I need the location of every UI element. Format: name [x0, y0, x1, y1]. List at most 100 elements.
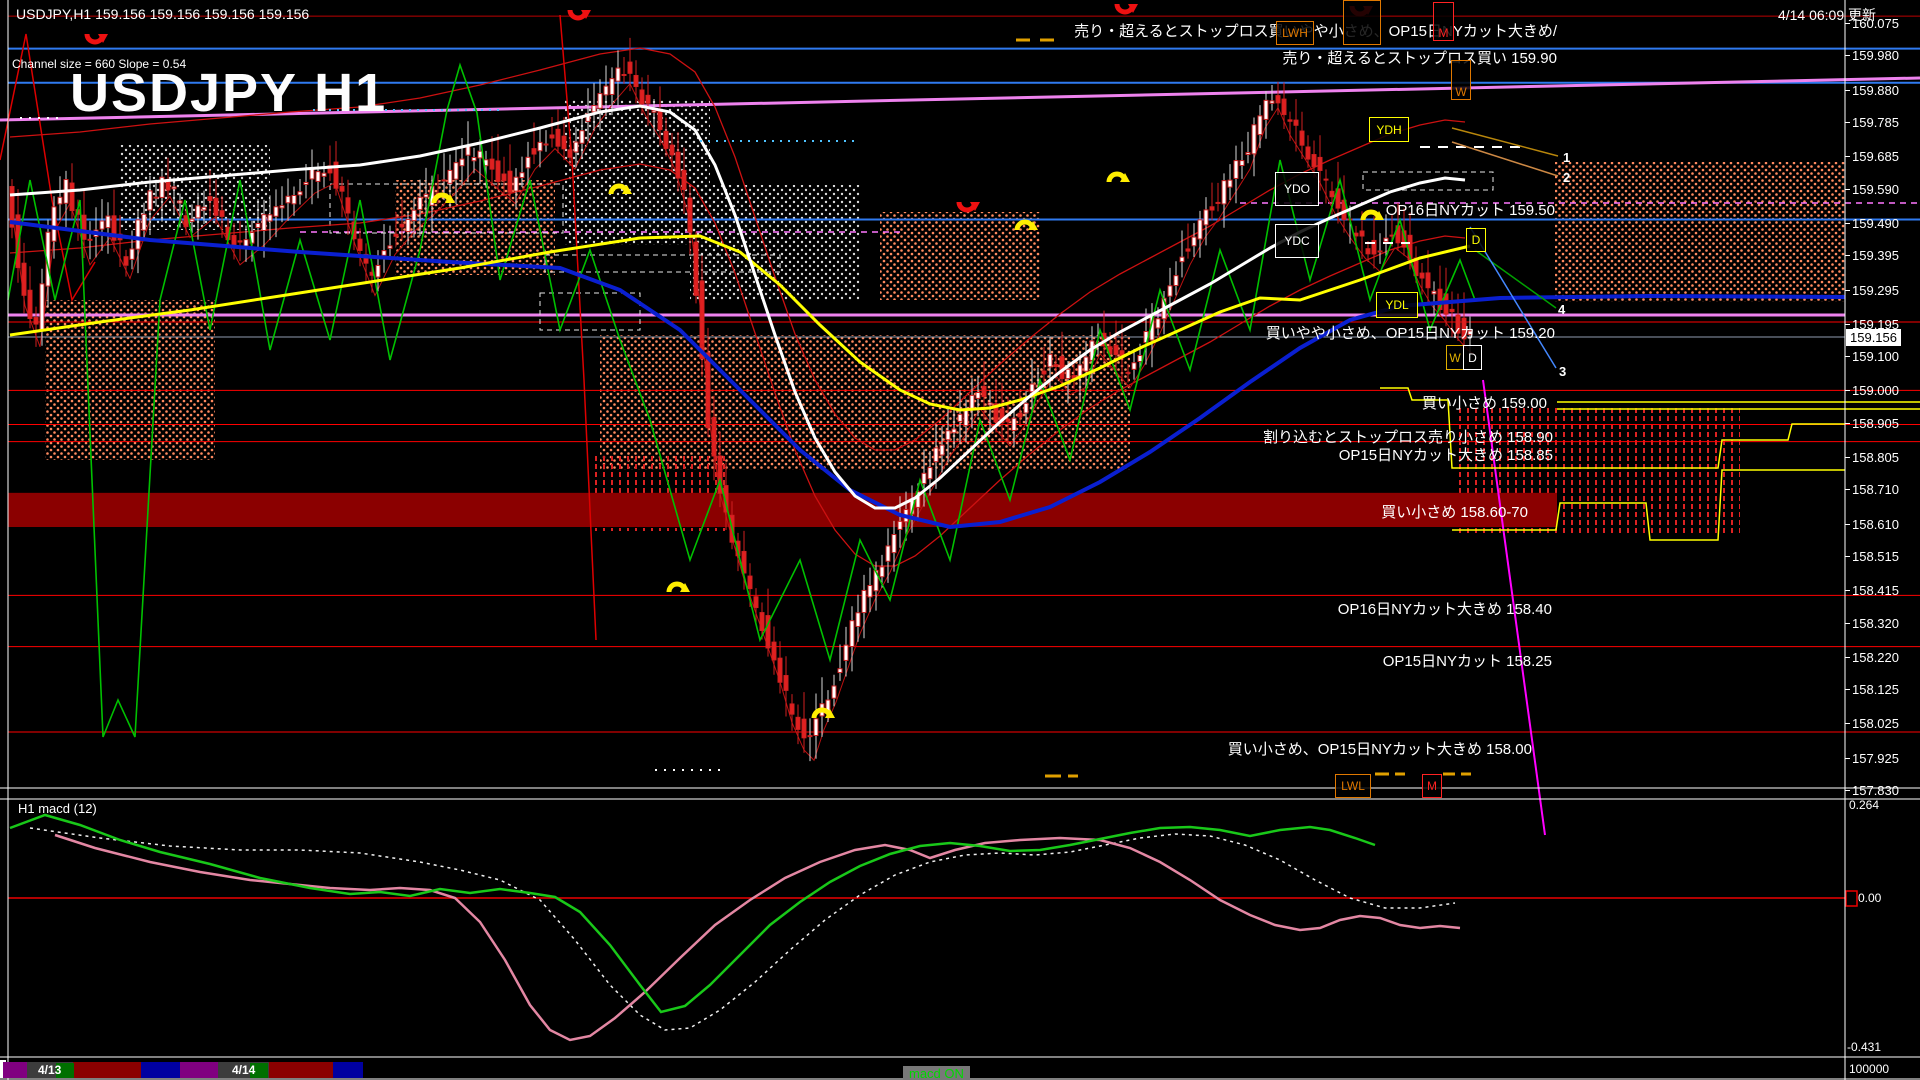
- price-tick-label: 159.685: [1852, 149, 1899, 164]
- session-strip-segment: [333, 1062, 363, 1078]
- down-reversal-icon: [87, 34, 108, 43]
- price-tick-label: 159.000: [1852, 383, 1899, 398]
- range-box: [540, 293, 640, 330]
- chart-object-label-W[interactable]: W: [1451, 60, 1471, 100]
- price-tick-label: 159.590: [1852, 182, 1899, 197]
- macd-indicator-label: H1 macd (12): [18, 801, 97, 816]
- price-tick-label: 157.925: [1852, 751, 1899, 766]
- price-tick-label: 158.220: [1852, 650, 1899, 665]
- price-tick-label: 159.490: [1852, 216, 1899, 231]
- price-level-annotation: 売り・超えるとストップロス買いやや小さめ、OP15日NYカット大きめ/: [1074, 20, 1557, 41]
- price-tick-label: 158.710: [1852, 482, 1899, 497]
- price-tick-mark: [1845, 657, 1850, 658]
- price-level-annotation: OP16日NYカット大きめ 158.40: [1338, 598, 1552, 619]
- price-tick-label: 159.100: [1852, 349, 1899, 364]
- price-tick-mark: [1845, 623, 1850, 624]
- macd-signal-line: [30, 828, 1455, 1030]
- price-tick-mark: [1845, 90, 1850, 91]
- macd-scale-max: 0.264: [1849, 798, 1879, 812]
- price-tick-mark: [1845, 423, 1850, 424]
- price-chart-canvas[interactable]: [0, 0, 1920, 1080]
- price-tick-mark: [1845, 524, 1850, 525]
- price-tick-label: 158.320: [1852, 616, 1899, 631]
- price-tick-label: 159.395: [1852, 248, 1899, 263]
- session-strip-segment: [269, 1062, 333, 1078]
- price-tick-label: 157.830: [1852, 783, 1899, 798]
- price-level-annotation: 買い小さめ 158.60-70: [1381, 501, 1528, 522]
- price-tick-label: 159.880: [1852, 83, 1899, 98]
- trendline-number: 4: [1558, 302, 1565, 317]
- date-label: 4/14: [232, 1063, 255, 1077]
- macd-scale-min: -0.431: [1847, 1040, 1881, 1054]
- chart-watermark-title: USDJPY H1: [70, 62, 387, 124]
- price-tick-mark: [1845, 55, 1850, 56]
- cloud-hatch: [45, 300, 215, 460]
- chart-object-label-LWH[interactable]: LWH: [1276, 21, 1314, 45]
- trendline-number: 2: [1563, 170, 1570, 185]
- chart-object-label-YDL[interactable]: YDL: [1376, 292, 1418, 318]
- price-tick-mark: [1845, 122, 1850, 123]
- price-level-annotation: OP15日NYカット 158.25: [1383, 650, 1552, 671]
- price-tick-label: 159.195: [1852, 317, 1899, 332]
- macd-on-badge: macd ON: [903, 1066, 970, 1080]
- trend-ray: [1452, 128, 1558, 156]
- mt4-chart-window[interactable]: { "window": { "title_line": "USDJPY,H1 1…: [0, 0, 1920, 1080]
- chart-object-label-M[interactable]: M: [1422, 774, 1442, 798]
- symbol-ohlc-readout: USDJPY,H1 159.156 159.156 159.156 159.15…: [16, 6, 309, 22]
- price-level-annotation: 売り・超えるとストップロス買い 159.90: [1282, 47, 1557, 68]
- chart-object-label-YDO[interactable]: YDO: [1275, 172, 1319, 206]
- price-tick-label: 158.515: [1852, 549, 1899, 564]
- up-reversal-icon: [1109, 173, 1130, 182]
- down-reversal-icon: [1117, 4, 1138, 13]
- chart-object-label-M[interactable]: M: [1433, 2, 1454, 41]
- price-tick-mark: [1845, 689, 1850, 690]
- chart-object-label-box[interactable]: [1343, 0, 1381, 45]
- volume-scale-label: 100000: [1849, 1062, 1889, 1076]
- price-tick-label: 158.805: [1852, 450, 1899, 465]
- price-tick-mark: [1845, 189, 1850, 190]
- price-tick-mark: [1845, 590, 1850, 591]
- price-tick-label: 158.610: [1852, 517, 1899, 532]
- chart-object-label-YDH[interactable]: YDH: [1369, 117, 1409, 142]
- cloud-hatch: [1555, 162, 1845, 302]
- price-tick-mark: [1845, 356, 1850, 357]
- price-tick-mark: [1845, 723, 1850, 724]
- date-label: 4/13: [38, 1063, 61, 1077]
- trend-ray: [1452, 142, 1558, 176]
- macd-green-line: [10, 815, 1375, 1012]
- down-reversal-icon: [570, 10, 591, 19]
- price-tick-label: 159.980: [1852, 48, 1899, 63]
- session-strip-segment: [180, 1062, 218, 1078]
- price-tick-mark: [1845, 290, 1850, 291]
- price-tick-mark: [1845, 324, 1850, 325]
- price-tick-mark: [1845, 390, 1850, 391]
- price-tick-mark: [1845, 23, 1850, 24]
- trendline-number: 1: [1563, 150, 1570, 165]
- price-tick-label: 158.905: [1852, 416, 1899, 431]
- price-level-annotation: OP16日NYカット 159.50: [1386, 199, 1555, 220]
- price-tick-label: 159.295: [1852, 283, 1899, 298]
- price-level-annotation: 買いやや小さめ、OP15日NYカット 159.20: [1266, 322, 1555, 343]
- order-band-158-60-70: [8, 493, 1557, 527]
- price-tick-mark: [1845, 255, 1850, 256]
- chart-object-label-YDC[interactable]: YDC: [1275, 224, 1319, 258]
- down-reversal-icon: [959, 202, 980, 211]
- price-tick-label: 158.415: [1852, 583, 1899, 598]
- chart-object-label-D[interactable]: D: [1466, 228, 1486, 252]
- price-tick-mark: [1845, 156, 1850, 157]
- macd-zero-marker: [1846, 891, 1857, 906]
- chart-object-label-D[interactable]: D: [1463, 345, 1482, 370]
- price-tick-label: 160.075: [1852, 16, 1899, 31]
- session-strip-segment: [141, 1062, 180, 1078]
- price-tick-label: 159.785: [1852, 115, 1899, 130]
- up-reversal-icon: [669, 583, 690, 592]
- price-tick-label: 158.125: [1852, 682, 1899, 697]
- price-tick-mark: [1845, 223, 1850, 224]
- trendline-number: 3: [1559, 364, 1566, 379]
- price-tick-mark: [1845, 790, 1850, 791]
- price-level-annotation: 買い小さめ 159.00: [1422, 392, 1547, 413]
- chart-object-label-LWL[interactable]: LWL: [1335, 774, 1371, 798]
- price-level-annotation: OP15日NYカット大きめ 158.85: [1339, 444, 1553, 465]
- macd-scale-zero: 0.00: [1858, 891, 1881, 905]
- chart-object-label-W[interactable]: W: [1446, 345, 1464, 370]
